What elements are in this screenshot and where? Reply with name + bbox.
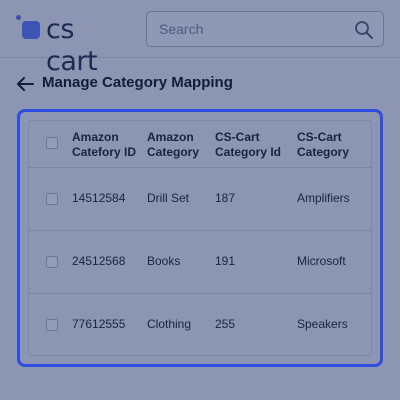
logo-dot-icon [16,15,21,20]
cscart-category-id-cell: 187 [215,191,236,205]
cs-cart-logo[interactable]: cs cart [16,13,132,77]
row-checkbox[interactable] [46,319,58,331]
page-header: Manage Category Mapping [16,72,316,96]
cscart-category-cell: Amplifiers [297,191,350,205]
search-box [146,11,384,47]
column-header-line: Catefory ID [72,145,137,159]
column-header-line: Amazon [72,130,119,144]
cscart-category-cell: Speakers [297,317,348,331]
logo-icon [22,21,40,39]
row-checkbox[interactable] [46,193,58,205]
column-header-cscart-category[interactable]: CS-Cart Category [297,130,369,160]
logo-text: cs cart [46,14,98,77]
top-bar: cs cart [0,0,400,77]
amazon-category-cell: Clothing [147,317,192,331]
column-header-line: Category Id [215,145,282,159]
column-header-line: CS-Cart [297,130,342,144]
column-header-cscart-category-id[interactable]: CS-Cart Category Id [215,130,295,160]
table-header-row: Amazon Catefory ID Amazon Category CS-Ca… [29,121,371,167]
column-header-line: Amazon [147,130,194,144]
table-row[interactable]: 14512584 Drill Set 187 Amplifiers [29,167,371,230]
column-header-amazon-category[interactable]: Amazon Category [147,130,211,160]
page-title: Manage Category Mapping [42,74,233,91]
column-header-line: CS-Cart [215,130,260,144]
column-header-line: Category [147,145,200,159]
column-header-amazon-category-id[interactable]: Amazon Catefory ID [72,130,144,160]
search-icon[interactable] [354,20,374,40]
category-mapping-card: Amazon Catefory ID Amazon Category CS-Ca… [17,109,383,367]
category-mapping-table: Amazon Catefory ID Amazon Category CS-Ca… [28,120,372,356]
amazon-category-id-cell: 24512568 [72,254,126,268]
amazon-category-id-cell: 14512584 [72,191,126,205]
cscart-category-id-cell: 255 [215,317,236,331]
amazon-category-id-cell: 77612555 [72,317,126,331]
row-checkbox[interactable] [46,256,58,268]
amazon-category-cell: Drill Set [147,191,190,205]
select-all-checkbox[interactable] [46,137,58,149]
table-row[interactable]: 77612555 Clothing 255 Speakers [29,293,371,356]
cscart-category-cell: Microsoft [297,254,346,268]
back-arrow-icon[interactable] [16,76,34,92]
column-header-line: Category [297,145,350,159]
amazon-category-cell: Books [147,254,181,268]
cscart-category-id-cell: 191 [215,254,236,268]
table-row[interactable]: 24512568 Books 191 Microsoft [29,230,371,293]
search-input[interactable] [148,13,344,45]
